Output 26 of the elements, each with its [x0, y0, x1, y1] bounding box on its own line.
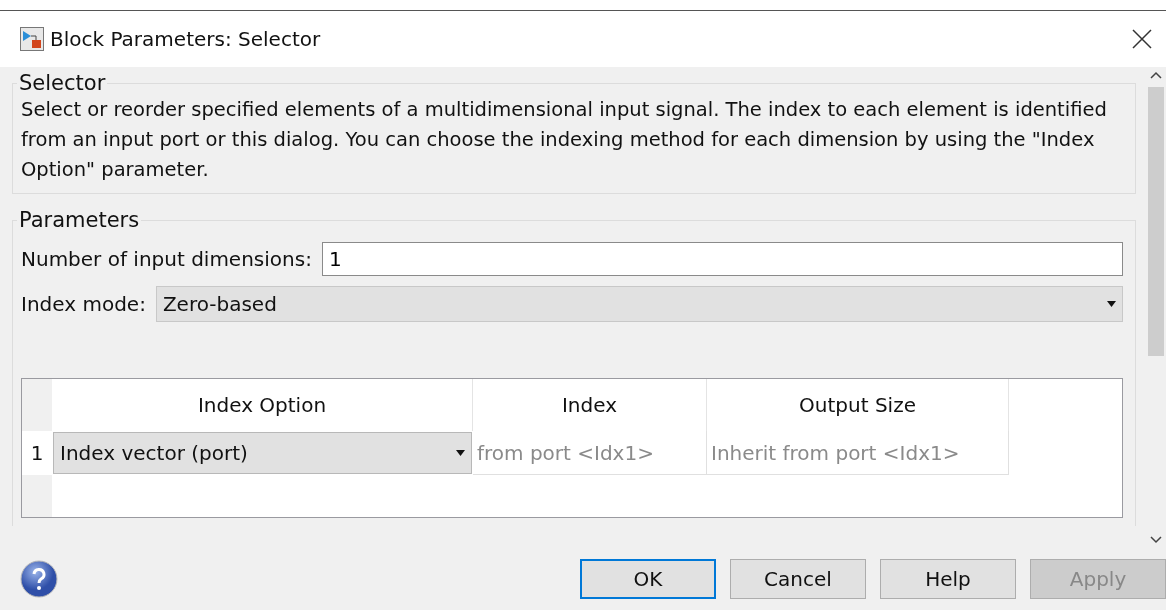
row-header-gutter	[22, 379, 52, 431]
row-number: 1	[29, 440, 45, 467]
block-description: Select or reorder specified elements of a multidimensional input signal. The index to each element is identified from an input port or this dialog. You can choose the indexing method for each dimension by using the "Index Option" parameter.	[21, 97, 1108, 183]
group-title: Parameters	[18, 208, 141, 232]
dialog-button[interactable]: OK	[580, 559, 716, 599]
dialog-button[interactable]: Help	[880, 559, 1016, 599]
close-icon[interactable]	[1132, 29, 1152, 49]
dropdown-caret-icon	[456, 450, 465, 456]
block-app-icon	[20, 27, 44, 51]
table-cell: from port <Idx1>	[473, 431, 707, 475]
table-cell: Inherit from port <Idx1>	[707, 431, 1009, 475]
field-label: Index mode:	[21, 292, 146, 316]
index-option-dropdown[interactable]: Index vector (port)	[53, 432, 472, 474]
column-header: Index Option	[52, 379, 473, 431]
dialog-button[interactable]: Cancel	[730, 559, 866, 599]
scroll-up-icon[interactable]	[1150, 71, 1162, 79]
column-header: Index	[473, 379, 707, 431]
group-title: Selector	[18, 71, 107, 95]
row-header-gutter	[22, 475, 52, 517]
help-icon[interactable]	[20, 560, 58, 598]
index-mode-dropdown[interactable]: Zero-based	[155, 286, 1123, 322]
field-label: Number of input dimensions:	[21, 247, 312, 271]
input-field[interactable]: 1	[321, 242, 1123, 276]
dropdown-caret-icon	[1107, 301, 1116, 307]
window-title: Block Parameters: Selector	[50, 27, 322, 51]
scroll-down-icon[interactable]	[1150, 536, 1162, 544]
